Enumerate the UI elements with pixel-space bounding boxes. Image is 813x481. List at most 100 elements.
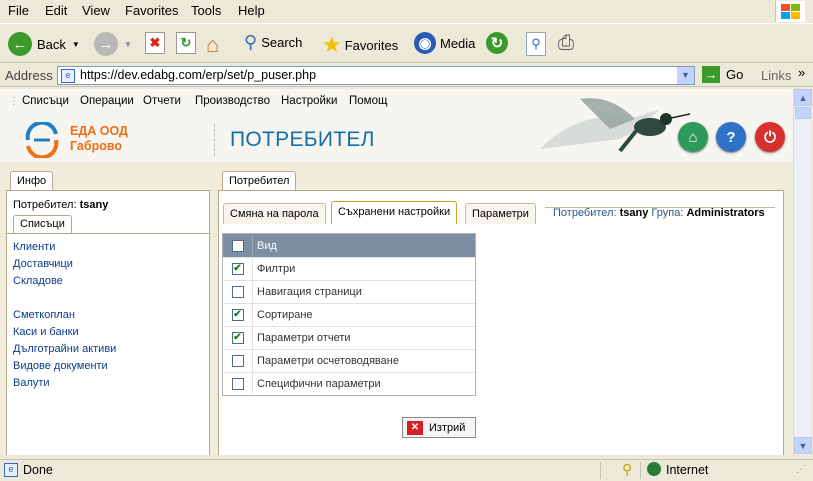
go-arrow-icon: → (702, 66, 720, 83)
history-button[interactable]: ↻ (486, 32, 508, 54)
scroll-down-icon[interactable]: ▼ (794, 437, 812, 454)
page-title: ПОТРЕБИТЕЛ (230, 128, 375, 151)
app-home-button[interactable]: ⌂ (678, 122, 708, 152)
media-icon: ◉ (414, 32, 436, 54)
print-button[interactable]: ⎙ (558, 32, 574, 55)
row-label: Параметри осчетоводяване (257, 355, 399, 367)
help-button[interactable]: ? (716, 122, 746, 152)
power-button[interactable]: ⏻ (755, 122, 785, 152)
forward-icon: → (94, 32, 118, 56)
menu-favorites[interactable]: Favorites (125, 3, 178, 18)
app-menu-help[interactable]: Помощ (349, 95, 387, 107)
app-menu-production[interactable]: Производство (195, 95, 270, 107)
search-button[interactable]: ⚲ Search (244, 32, 302, 53)
forward-dropdown-icon[interactable]: ▼ (124, 40, 132, 49)
back-dropdown-icon[interactable]: ▼ (72, 40, 80, 49)
url-input[interactable]: e https://dev.edabg.com/erp/set/p_puser.… (57, 66, 695, 85)
grid-row: ✔ Параметри отчети (223, 326, 475, 349)
checkbox-cell: ✔ (223, 258, 253, 280)
favorites-button[interactable]: ★ Favorites (322, 32, 398, 58)
company-name: ЕДА ООД (70, 124, 128, 138)
zone-label: Internet (666, 463, 709, 477)
select-all-checkbox[interactable] (231, 239, 244, 252)
grid-row: Специфични параметри (223, 372, 475, 395)
links-chevron-icon[interactable]: » (798, 65, 805, 80)
home-button[interactable]: ⌂ (206, 32, 219, 58)
app-menu-settings[interactable]: Настройки (281, 95, 337, 107)
stop-icon: ✖ (145, 32, 165, 54)
back-button[interactable]: ← Back ▼ (8, 32, 80, 56)
media-label: Media (440, 35, 476, 51)
settings-grid: Вид ✔ Филтри Навигация страници ✔ Сортиране ✔… (222, 233, 476, 396)
grid-header: Вид (223, 234, 475, 257)
row-checkbox[interactable]: ✔ (231, 263, 244, 275)
menu-tools[interactable]: Tools (191, 3, 221, 18)
sidebar-link[interactable]: Дълготрайни активи (13, 343, 116, 355)
row-checkbox[interactable] (231, 355, 244, 367)
page-icon: e (61, 69, 75, 83)
help-icon: ? (726, 128, 736, 146)
subtab-saved-settings[interactable]: Съхранени настройки (331, 201, 458, 224)
delete-button[interactable]: ✕ Изтрий (402, 417, 476, 438)
checkbox-cell (223, 350, 253, 372)
app-menu-operations[interactable]: Операции (80, 95, 134, 107)
back-label: Back (37, 36, 66, 52)
row-label: Специфични параметри (257, 378, 381, 390)
power-icon: ⏻ (764, 128, 776, 146)
go-button[interactable]: → Go (702, 66, 743, 83)
go-label: Go (726, 67, 744, 82)
checkbox-cell (223, 281, 253, 303)
links-label[interactable]: Links (761, 68, 791, 83)
menu-help[interactable]: Help (238, 3, 265, 18)
mail-button[interactable]: ⚲ (526, 32, 546, 56)
lock-icon: ⚲ (622, 461, 633, 477)
sidebar-link[interactable]: Валути (13, 377, 50, 389)
tab-lists[interactable]: Списъци (13, 215, 72, 233)
company-logo-icon (25, 122, 59, 158)
user-group-info: Потребител: tsany Група: Administrators (553, 207, 765, 219)
url-text: https://dev.edabg.com/erp/set/p_puser.ph… (80, 68, 317, 82)
row-checkbox[interactable] (231, 378, 244, 390)
favorites-label: Favorites (344, 37, 399, 53)
refresh-button[interactable]: ↻ (176, 32, 196, 54)
sidebar-link[interactable]: Каси и банки (13, 326, 79, 338)
vertical-scrollbar[interactable]: ▲ ▼ (793, 89, 812, 455)
menu-view[interactable]: View (82, 3, 110, 18)
delete-label: Изтрий (429, 421, 466, 434)
menu-file[interactable]: File (8, 3, 29, 18)
app-menu-reports[interactable]: Отчети (143, 95, 181, 107)
stop-button[interactable]: ✖ (145, 32, 165, 54)
tab-user[interactable]: Потребител (222, 171, 297, 191)
app-home-icon: ⌂ (688, 128, 698, 146)
sidebar-link[interactable]: Доставчици (13, 258, 73, 270)
left-user-value: tsany (79, 199, 109, 211)
checkbox-cell: ✔ (223, 304, 253, 326)
page-icon: ⚲ (526, 32, 546, 56)
subtab-change-password[interactable]: Смяна на парола (223, 203, 326, 224)
subtab-parameters[interactable]: Параметри (465, 203, 536, 224)
right-user-value: tsany (619, 207, 649, 219)
resize-grip-icon[interactable]: ⋰ (796, 464, 806, 475)
row-checkbox[interactable] (231, 286, 244, 298)
row-checkbox[interactable]: ✔ (231, 309, 244, 321)
grid-row: Параметри осчетоводяване (223, 349, 475, 372)
search-icon: ⚲ (244, 32, 258, 52)
sidebar-link[interactable]: Сметкоплан (13, 309, 75, 321)
right-group-label: Група: (651, 207, 684, 219)
right-group-value: Administrators (686, 207, 765, 219)
row-checkbox[interactable]: ✔ (231, 332, 244, 344)
media-button[interactable]: ◉ Media (414, 32, 475, 54)
sidebar-link[interactable]: Клиенти (13, 241, 55, 253)
left-user-line: Потребител: tsany (13, 199, 108, 211)
menu-edit[interactable]: Edit (45, 3, 67, 18)
sidebar-link[interactable]: Видове документи (13, 360, 108, 372)
forward-button[interactable]: → ▼ (94, 32, 132, 56)
grid-row: ✔ Филтри (223, 257, 475, 280)
sidebar-link[interactable]: Складове (13, 275, 63, 287)
tab-info[interactable]: Инфо (10, 171, 54, 191)
url-dropdown-icon[interactable]: ▼ (677, 67, 694, 84)
scroll-up-icon[interactable]: ▲ (794, 89, 812, 106)
app-menu-lists[interactable]: Списъци (22, 95, 69, 107)
back-icon: ← (8, 32, 32, 56)
scroll-thumb[interactable] (795, 107, 811, 119)
